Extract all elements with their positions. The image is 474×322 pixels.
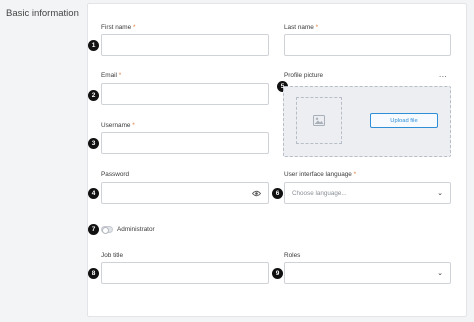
toggle-knob (102, 227, 109, 234)
last-name-label: Last name * (284, 24, 318, 31)
password-label: Password (101, 171, 130, 178)
email-input[interactable] (101, 83, 269, 105)
required-marker: * (132, 122, 135, 129)
required-marker: * (118, 72, 122, 79)
password-input[interactable] (101, 182, 269, 204)
profile-picture-dropzone[interactable]: Upload file (283, 86, 451, 157)
job-title-input[interactable] (101, 262, 269, 284)
required-marker: * (353, 171, 357, 178)
chevron-down-icon: ⌄ (437, 270, 443, 277)
first-name-input[interactable] (101, 34, 269, 56)
username-label-text: Username (101, 122, 131, 129)
callout-badge-4: 4 (88, 188, 99, 199)
eye-icon[interactable] (252, 190, 261, 197)
administrator-label: Administrator (117, 226, 155, 233)
username-label: Username * (101, 122, 135, 129)
ui-language-label-text: User interface language (284, 171, 352, 178)
section-title: Basic information (6, 8, 79, 19)
roles-select[interactable]: ⌄ (284, 262, 451, 284)
administrator-toggle[interactable] (101, 226, 113, 234)
chevron-down-icon: ⌄ (437, 190, 443, 197)
ui-language-placeholder: Choose language... (292, 190, 347, 197)
roles-label: Roles (284, 252, 301, 259)
first-name-label-text: First name (101, 24, 132, 31)
more-options-icon[interactable]: ... (439, 70, 447, 79)
callout-badge-7: 7 (88, 224, 99, 235)
email-label: Email * (101, 72, 121, 79)
ui-language-label: User interface language * (284, 171, 356, 178)
required-marker: * (132, 24, 136, 31)
callout-badge-2: 2 (88, 90, 99, 101)
callout-badge-1: 1 (88, 40, 99, 51)
last-name-input[interactable] (284, 34, 451, 56)
callout-badge-3: 3 (88, 138, 99, 149)
profile-picture-label: Profile picture (284, 72, 324, 79)
first-name-label: First name * (101, 24, 135, 31)
email-label-text: Email (101, 72, 117, 79)
job-title-label: Job title (101, 252, 124, 259)
username-input[interactable] (101, 132, 269, 154)
upload-file-button[interactable]: Upload file (370, 113, 438, 128)
callout-badge-6: 6 (272, 188, 283, 199)
required-marker: * (315, 24, 319, 31)
image-icon (313, 115, 325, 126)
ui-language-select[interactable]: Choose language... ⌄ (284, 182, 451, 204)
last-name-label-text: Last name (284, 24, 314, 31)
callout-badge-8: 8 (88, 268, 99, 279)
picture-placeholder (296, 97, 342, 144)
callout-badge-9: 9 (272, 268, 283, 279)
